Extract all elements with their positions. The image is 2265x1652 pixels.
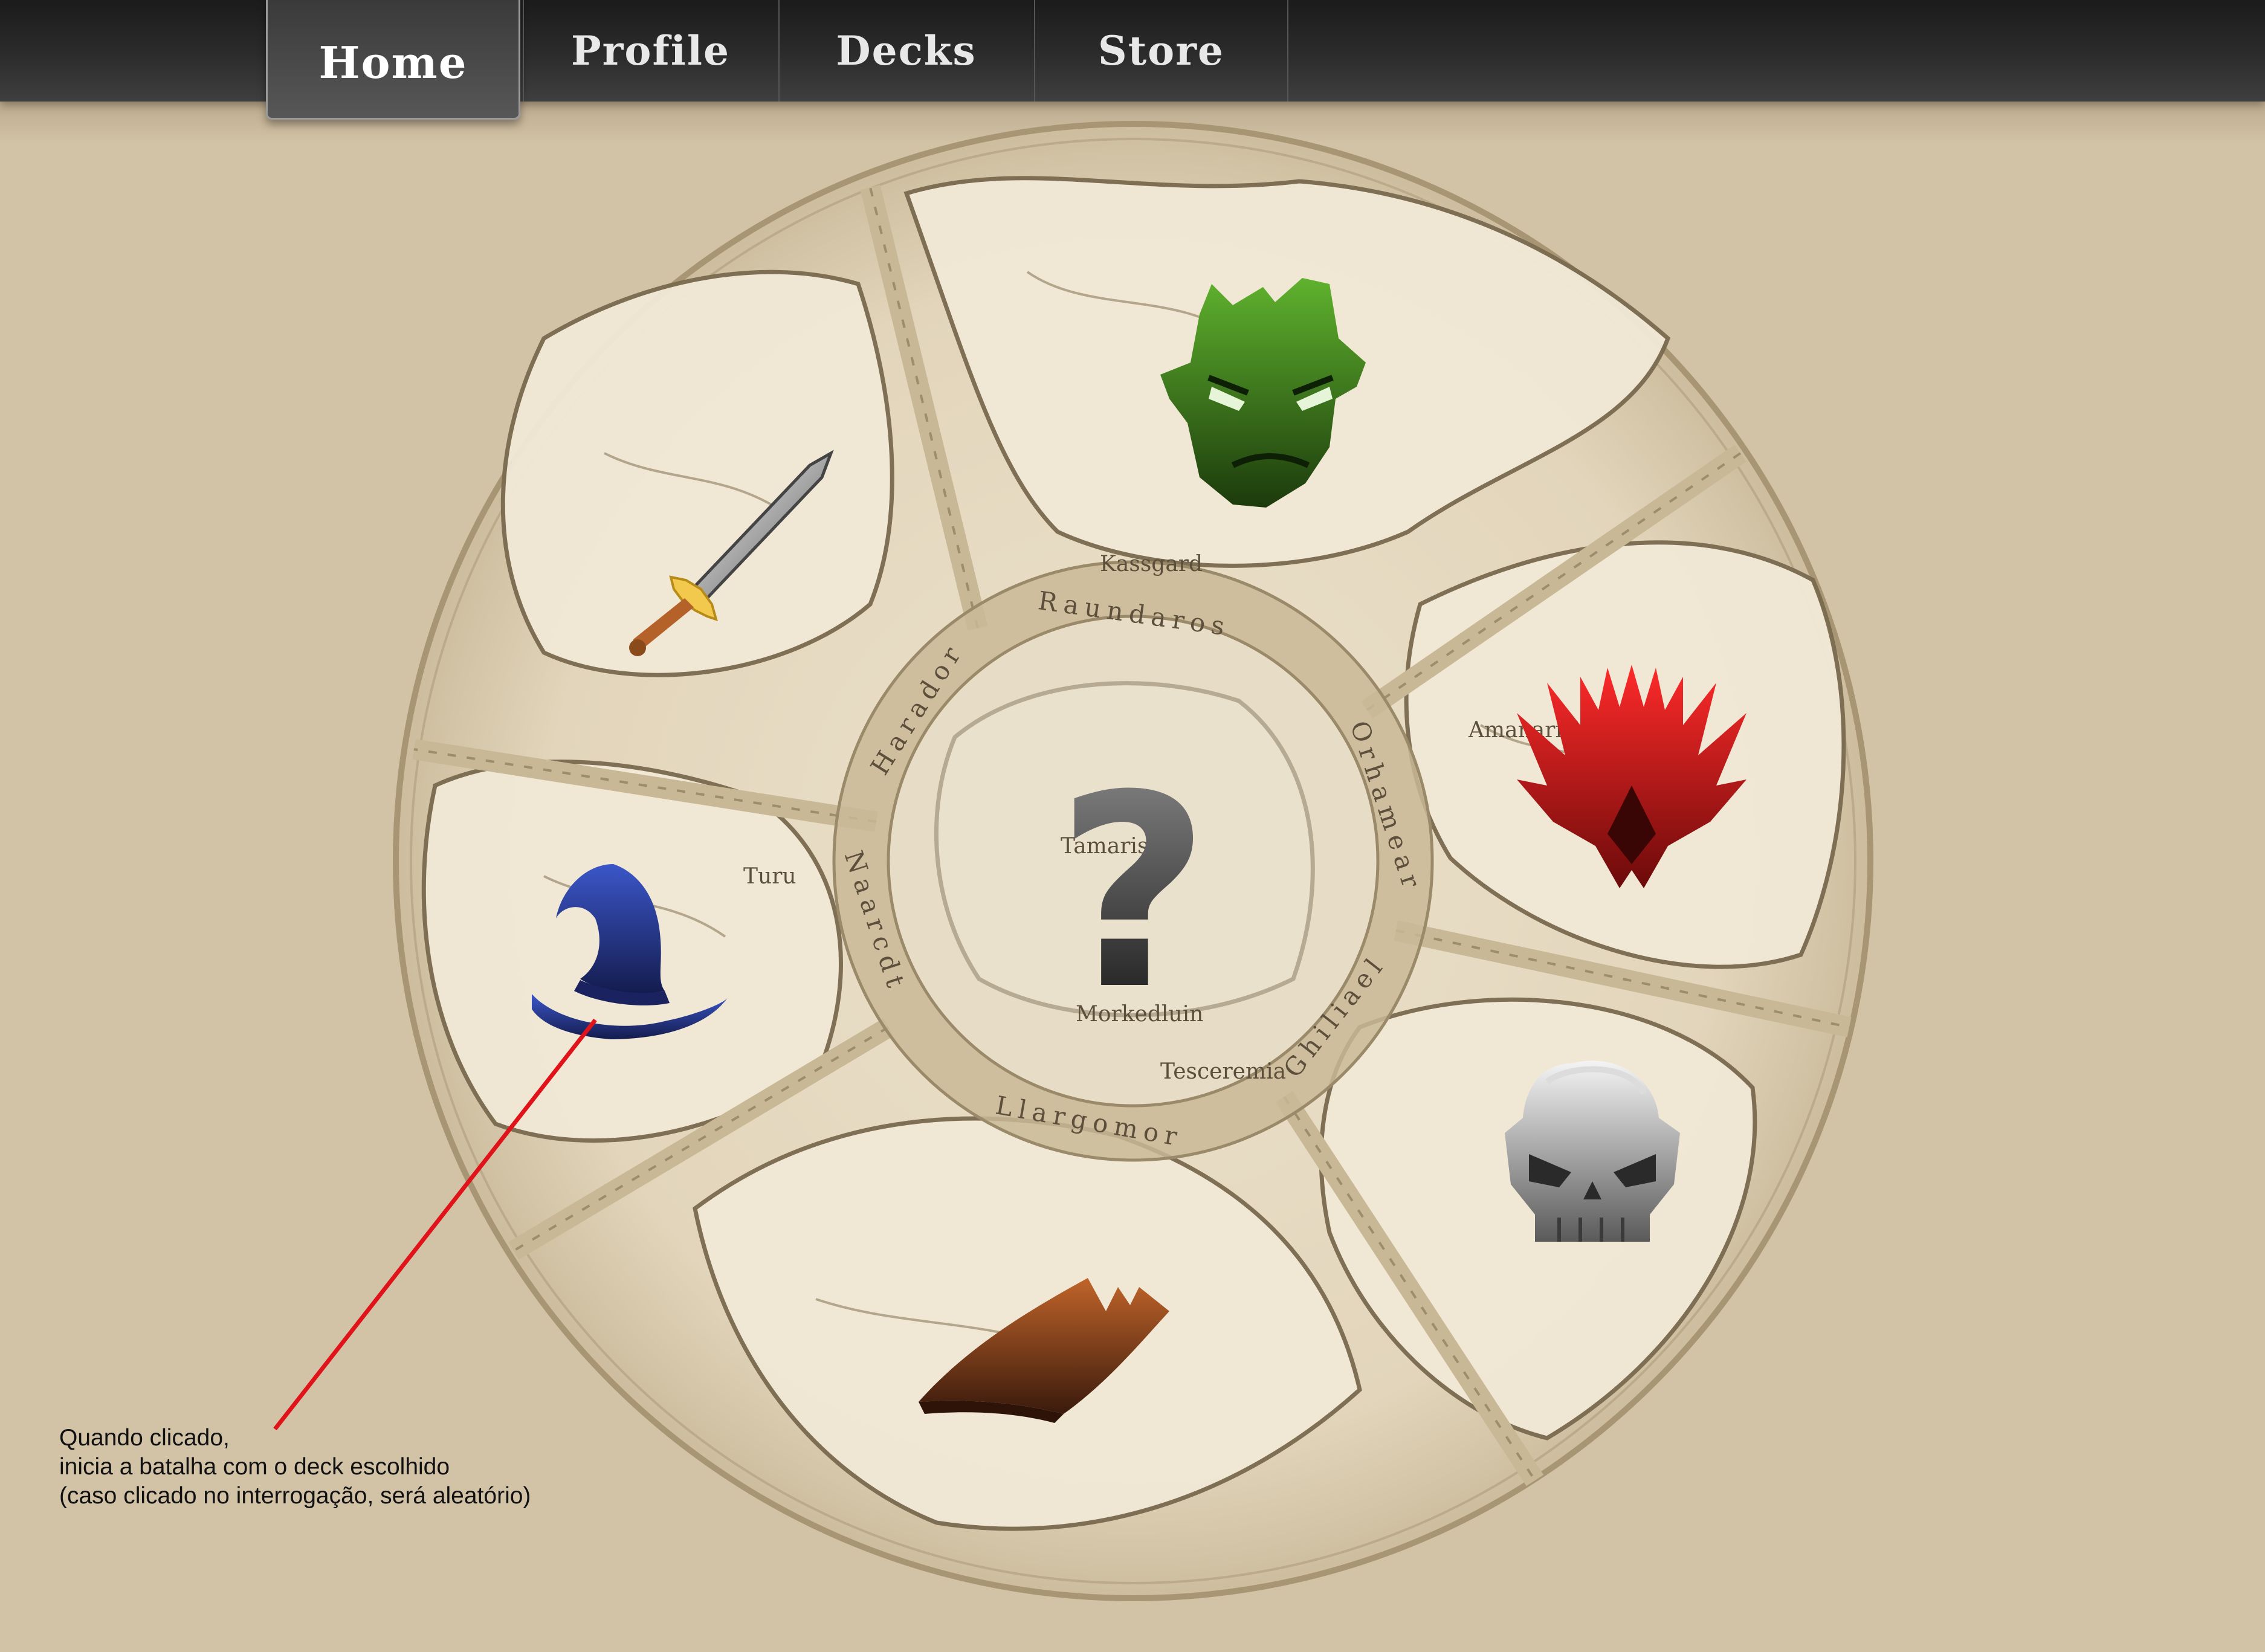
place-kassgard: Kassgard bbox=[1100, 552, 1203, 576]
deck-selection-wheel: Raundaros Harador Orhamear Ghiliael Llar… bbox=[273, 121, 1873, 1601]
annotation-note: Quando clicado, inicia a batalha com o d… bbox=[59, 1424, 724, 1511]
deck-random-button[interactable]: ? bbox=[1056, 738, 1210, 1048]
place-tesceremia: Tesceremia bbox=[1160, 1059, 1286, 1084]
annotation-line-2: inicia a batalha com o deck escolhido bbox=[59, 1454, 450, 1480]
annotation-line-3: (caso clicado no interrogação, será alea… bbox=[59, 1483, 531, 1509]
question-mark-icon: ? bbox=[1056, 738, 1210, 1048]
place-turu: Turu bbox=[743, 864, 796, 889]
annotation-line-1: Quando clicado, bbox=[59, 1425, 230, 1451]
